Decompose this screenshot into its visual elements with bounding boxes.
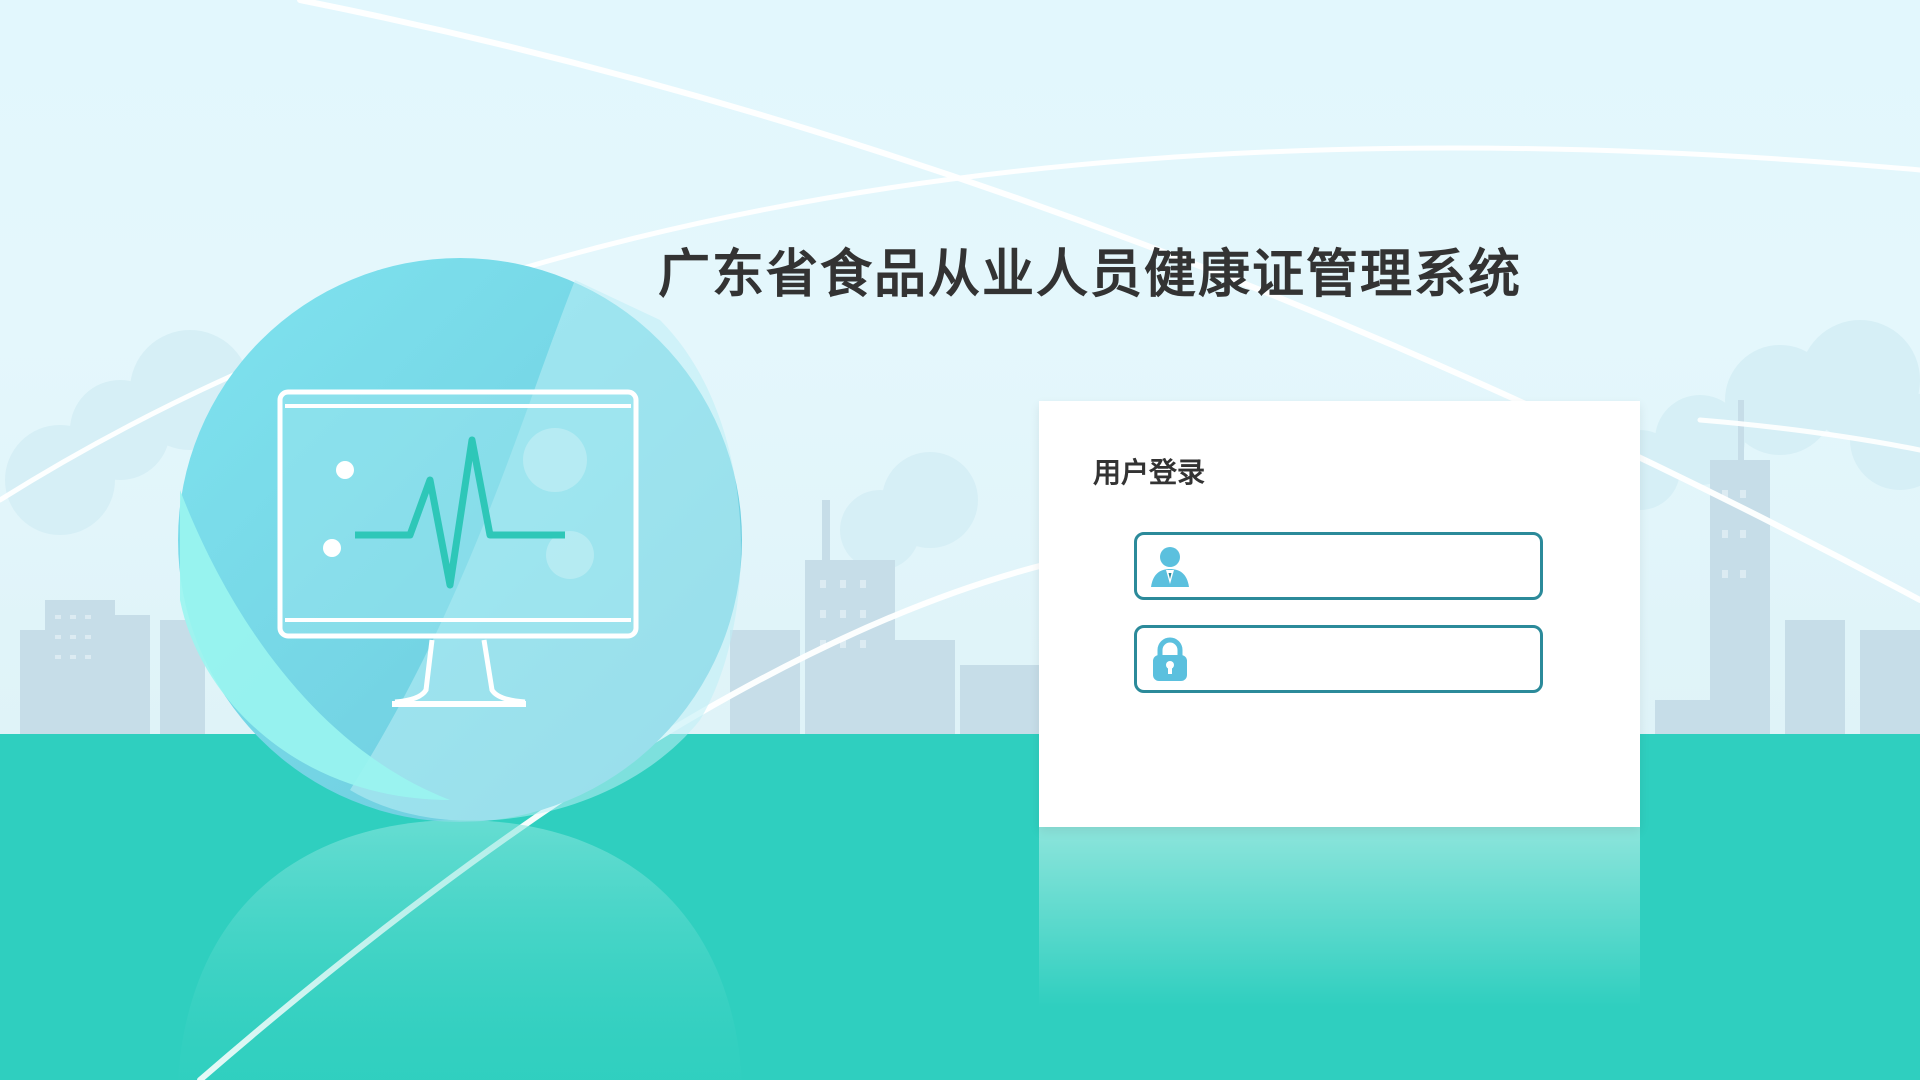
lock-icon: [1153, 637, 1187, 681]
password-input[interactable]: [1201, 633, 1530, 685]
login-panel-reflection: [1039, 827, 1640, 1007]
user-icon: [1151, 547, 1189, 587]
username-input[interactable]: [1201, 540, 1530, 592]
login-panel: 用户登录: [1039, 401, 1640, 827]
page-title: 广东省食品从业人员健康证管理系统: [658, 245, 1523, 305]
globe-illustration: [178, 258, 742, 1080]
username-field[interactable]: [1134, 532, 1543, 600]
login-heading: 用户登录: [1093, 456, 1206, 489]
password-field[interactable]: [1134, 625, 1543, 693]
